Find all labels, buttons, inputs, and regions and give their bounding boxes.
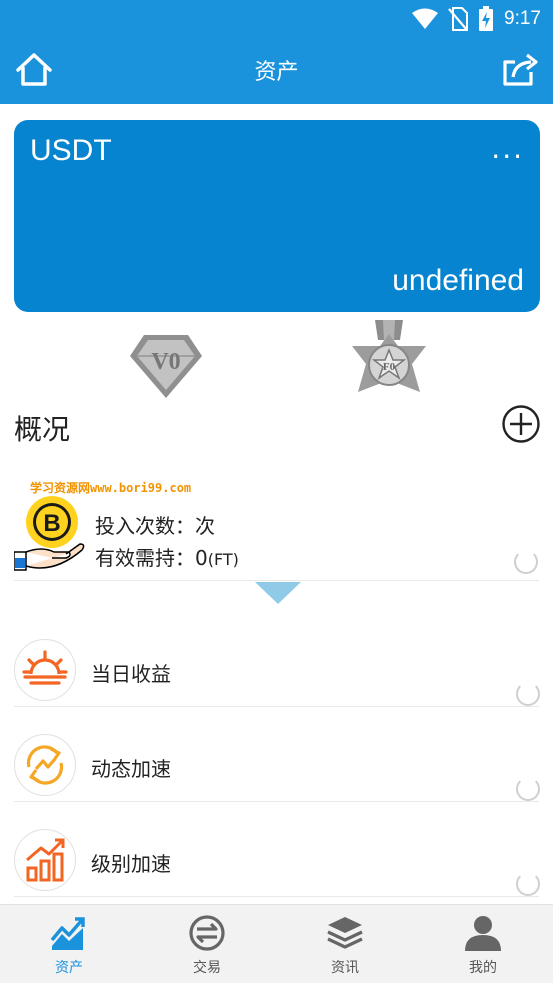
page-title: 资产 xyxy=(254,60,299,85)
tab-label-news: 资讯 xyxy=(331,960,359,976)
divider xyxy=(14,706,539,707)
tab-news[interactable]: 资讯 xyxy=(276,905,414,983)
dynamic-speedup-icon-wrapper xyxy=(14,734,76,796)
badge-v0-label: V0 xyxy=(151,349,180,375)
coin-hand-icon: B xyxy=(14,496,85,571)
asset-value: undefined xyxy=(392,264,524,297)
daily-earnings-toggle[interactable] xyxy=(516,682,540,706)
expand-arrow-icon[interactable] xyxy=(255,582,301,604)
battery-charging-icon xyxy=(479,6,494,31)
effective-hold-unit: (FT) xyxy=(207,550,239,569)
effective-hold-value: 0 xyxy=(195,546,208,570)
dynamic-refresh-icon xyxy=(26,745,64,785)
sunrise-icon xyxy=(22,650,68,685)
exchange-icon xyxy=(189,915,225,951)
bottom-tab-bar: 资产 交易 资讯 我的 xyxy=(0,904,553,983)
tab-mine[interactable]: 我的 xyxy=(414,905,552,983)
level-speedup-icon-wrapper xyxy=(14,829,76,891)
tab-assets[interactable]: 资产 xyxy=(0,905,138,983)
asset-card[interactable]: USDT ... undefined xyxy=(14,120,540,312)
f0-medal-badge[interactable]: F0 xyxy=(350,320,428,400)
wifi-icon xyxy=(412,8,439,29)
invest-toggle[interactable] xyxy=(514,550,538,574)
level-speedup-toggle[interactable] xyxy=(516,872,540,896)
tab-label-assets: 资产 xyxy=(55,960,83,976)
share-icon[interactable] xyxy=(501,50,541,90)
no-sim-icon xyxy=(448,7,469,31)
chart-trend-icon xyxy=(50,917,85,950)
row-label-daily-earnings: 当日收益 xyxy=(91,662,171,686)
tab-trade[interactable]: 交易 xyxy=(138,905,276,983)
divider xyxy=(14,801,539,802)
user-icon xyxy=(465,916,501,951)
dynamic-speedup-toggle[interactable] xyxy=(516,777,540,801)
bar-chart-up-icon xyxy=(26,838,65,882)
badge-f0-label: F0 xyxy=(383,361,396,373)
tab-label-mine: 我的 xyxy=(469,960,497,976)
daily-earnings-icon-wrapper xyxy=(14,639,76,701)
v0-diamond-badge[interactable]: V0 xyxy=(128,332,204,400)
row-label-dynamic-speedup: 动态加速 xyxy=(91,757,171,781)
divider xyxy=(14,580,539,581)
plus-circle-icon[interactable] xyxy=(501,404,541,444)
effective-hold-label: 有效需持： xyxy=(95,546,195,570)
overview-title: 概况 xyxy=(14,413,71,446)
invest-count: 投入次数：次 xyxy=(95,514,215,538)
more-options-button[interactable]: ... xyxy=(491,132,524,165)
layers-icon xyxy=(327,917,363,949)
row-label-level-speedup: 级别加速 xyxy=(91,852,171,876)
svg-text:B: B xyxy=(43,510,60,537)
status-time: 9:17 xyxy=(504,8,541,29)
asset-name: USDT xyxy=(30,134,112,167)
divider xyxy=(14,896,539,897)
status-bar: 9:17 xyxy=(0,0,553,36)
effective-hold: 有效需持：0(FT) xyxy=(95,542,239,571)
app-header: 资产 xyxy=(0,36,553,104)
tab-label-trade: 交易 xyxy=(193,960,221,976)
